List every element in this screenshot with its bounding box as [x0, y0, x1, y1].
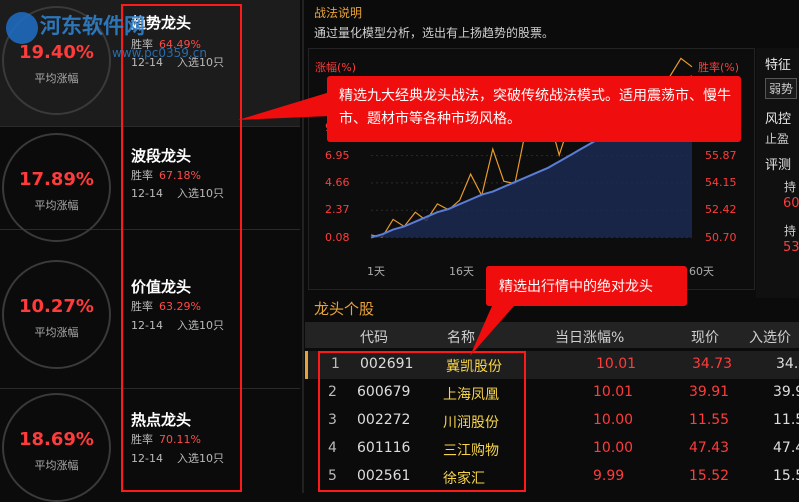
- avg-gain-label: 平均涨幅: [34, 326, 79, 339]
- avg-gain-value: 10.27%: [19, 296, 94, 317]
- highlight-frame-strategies: [121, 4, 242, 492]
- stock-entry-price: 47.4: [773, 440, 799, 456]
- col-header-change[interactable]: 当日涨幅%: [555, 327, 624, 347]
- leader-stocks-title: 龙头个股: [314, 300, 375, 318]
- watermark-url: www.pc0359.cn: [112, 46, 207, 60]
- risk-label: 风控: [765, 112, 792, 127]
- hold1-label: 持: [784, 180, 797, 194]
- strategy-desc-text: 通过量化模型分析，选出有上扬趋势的股票。: [314, 26, 555, 40]
- avg-gain-label: 平均涨幅: [34, 199, 79, 212]
- callout-leader-text: 精选出行情中的绝对龙头: [499, 279, 653, 295]
- highlight-frame-stocks: [318, 351, 526, 492]
- stock-change-pct: 10.01: [596, 356, 637, 372]
- feature-value-badge: 弱势: [765, 78, 798, 99]
- callout-pointer-table: [470, 306, 514, 356]
- callout-pointer-top: [238, 92, 330, 120]
- stock-change-pct: 10.00: [593, 440, 634, 456]
- callout-strategy-intro: 精选九大经典龙头战法，突破传统战法模式。适用震荡市、慢牛市、题材市等各种市场风格…: [327, 76, 741, 142]
- stock-price: 15.52: [689, 468, 730, 484]
- panel-divider: [302, 0, 304, 493]
- stock-price: 34.73: [692, 356, 733, 372]
- risk-value: 止盈: [765, 132, 790, 146]
- callout-strategy-intro-text: 精选九大经典龙头战法，突破传统战法模式。适用震荡市、慢牛市、题材市等各种市场风格…: [339, 88, 731, 127]
- eval-label: 评测: [765, 158, 792, 173]
- stock-price: 11.55: [689, 412, 730, 428]
- stock-change-pct: 10.01: [593, 384, 634, 400]
- strategy-list: 19.40% 平均涨幅 趋势龙头 胜率 64.49% 12-14 入选10只 17.…: [0, 0, 300, 502]
- watermark-logo-icon: [6, 12, 38, 44]
- col-header-entry[interactable]: 入选价: [749, 327, 791, 347]
- col-header-price[interactable]: 现价: [691, 327, 719, 347]
- stock-change-pct: 9.99: [593, 468, 625, 484]
- stock-price: 39.91: [689, 384, 730, 400]
- stock-entry-price: 39.9: [773, 384, 799, 400]
- hold2-label: 持: [784, 224, 797, 238]
- hold1-value: 60: [783, 196, 799, 211]
- avg-gain-value: 19.40%: [19, 42, 94, 63]
- avg-gain-circle: 18.69% 平均涨幅: [2, 393, 111, 502]
- avg-gain-label: 平均涨幅: [34, 72, 79, 85]
- avg-gain-value: 18.69%: [19, 429, 94, 450]
- watermark-text: 河东软件网: [40, 14, 145, 38]
- strategy-desc-title: 战法说明: [314, 6, 363, 20]
- avg-gain-label: 平均涨幅: [34, 459, 79, 472]
- stock-entry-price: 11.5: [773, 412, 799, 428]
- avg-gain-value: 17.89%: [19, 169, 94, 190]
- hold2-value: 53: [783, 240, 799, 255]
- stock-entry-price: 34.7: [776, 356, 799, 372]
- stock-price: 47.43: [689, 440, 730, 456]
- col-header-code[interactable]: 代码: [360, 327, 388, 347]
- feature-label: 特征: [765, 58, 792, 73]
- strategy-feature-panel: 特征 弱势 风控 止盈 评测 持 60 持 53: [756, 48, 799, 298]
- table-header: 代码 名称 当日涨幅% 现价 入选价: [305, 322, 799, 348]
- avg-gain-circle: 17.89% 平均涨幅: [2, 133, 111, 242]
- stock-change-pct: 10.00: [593, 412, 634, 428]
- avg-gain-circle: 10.27% 平均涨幅: [2, 260, 111, 369]
- stock-entry-price: 15.5: [773, 468, 799, 484]
